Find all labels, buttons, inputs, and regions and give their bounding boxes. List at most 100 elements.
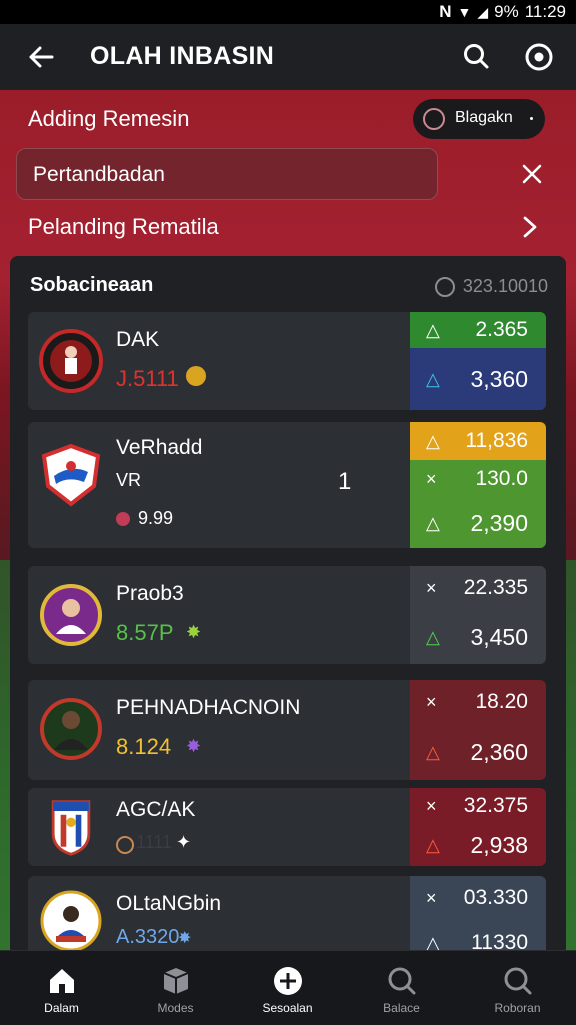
home-icon <box>50 969 74 993</box>
chevron-right-icon[interactable] <box>518 214 542 240</box>
odds-value: 18.20 <box>475 690 528 713</box>
triangle-icon: △ <box>426 741 440 762</box>
odds-cell[interactable]: △ 2,938 <box>410 824 546 866</box>
battery-level: 9% <box>494 2 519 21</box>
odds-cell[interactable]: △ 11,836 <box>410 422 546 460</box>
nav-label: Roboran <box>494 1001 541 1015</box>
star-icon: ✸ <box>186 736 202 756</box>
team-rating: 9.99 <box>138 508 174 528</box>
radio-circle-icon <box>423 108 445 130</box>
signal-icon: ◢ <box>477 3 489 20</box>
team-name: PEHNADHACNOIN <box>116 696 301 719</box>
odds-value: 2,360 <box>470 738 528 765</box>
team-name: AGC/AK <box>116 798 196 821</box>
coin-badge-icon <box>186 366 206 386</box>
search-icon <box>388 967 416 995</box>
wifi-icon: ▼ <box>457 4 472 20</box>
player-avatar-icon <box>40 584 102 646</box>
network-indicator: N <box>439 2 452 21</box>
target-icon[interactable] <box>524 42 554 72</box>
cross-icon: × <box>426 691 437 712</box>
close-icon[interactable] <box>518 160 546 188</box>
plus-circle-icon <box>274 967 302 995</box>
section-title: Adding Remesin <box>28 106 190 131</box>
odds-cell[interactable]: × 130.0 <box>410 460 546 498</box>
team-score: 1111 <box>136 832 173 852</box>
match-card[interactable]: PEHNADHACNOIN 8.124 ✸ × 18.20 △ 2,360 <box>28 680 546 780</box>
team-crest-icon <box>39 329 103 393</box>
filter-pill-button[interactable]: Blagakn <box>413 99 545 139</box>
odds-column: × 03.330 △ 11330 <box>410 876 546 956</box>
nav-item-home[interactable]: Dalam <box>4 951 119 1025</box>
team-score: 8.124 <box>116 734 172 759</box>
nav-item-balace[interactable]: Balace <box>344 951 459 1025</box>
triangle-icon: △ <box>426 834 440 855</box>
match-card[interactable]: DAK J.5111 △ 2.365 △ 3,360 <box>28 312 546 410</box>
team-name: DAK <box>116 328 160 351</box>
cross-icon: × <box>426 468 437 489</box>
odds-value: 2.365 <box>475 318 528 341</box>
app-bar: OLAH INBASIN <box>0 24 576 90</box>
team-name: Praob3 <box>116 582 184 605</box>
search-field[interactable] <box>16 148 438 200</box>
cross-icon: × <box>426 577 437 598</box>
odds-cell[interactable]: × 22.335 <box>410 566 546 610</box>
odds-value: 2,938 <box>470 831 528 858</box>
odds-column: △ 11,836 × 130.0 △ 2,390 <box>410 422 546 548</box>
search-input[interactable] <box>31 159 425 191</box>
star-icon: ✸ <box>178 930 192 947</box>
odds-column: × 22.335 △ 3,450 <box>410 566 546 664</box>
match-card[interactable]: OLtaNGbin A.3320 ✸ × 03.330 △ 11330 <box>28 876 546 956</box>
coin-icon <box>116 836 134 854</box>
triangle-icon: △ <box>426 512 440 533</box>
odds-cell[interactable]: × 18.20 <box>410 680 546 724</box>
match-card[interactable]: VeRhadd VR 1 9.99 △ 11,836 × 130.0 △ 2,3… <box>28 422 546 548</box>
odds-cell[interactable]: △ 2,360 <box>410 724 546 780</box>
cross-icon: × <box>426 887 437 908</box>
match-card[interactable]: Praob3 8.57P ✸ × 22.335 △ 3,450 <box>28 566 546 664</box>
triangle-icon: △ <box>426 626 440 647</box>
odds-value: 130.0 <box>475 467 528 490</box>
nav-label: Balace <box>383 1001 420 1015</box>
coin-icon <box>434 276 455 297</box>
team-name: OLtaNGbin <box>116 892 222 915</box>
odds-value: 11,836 <box>465 429 528 452</box>
cross-icon: × <box>426 795 437 816</box>
odds-value: 3,360 <box>470 365 528 392</box>
category-link[interactable]: Pelanding Rematila <box>28 214 219 240</box>
odds-value: 2,390 <box>470 509 528 536</box>
panel-meta: 323.10010 <box>434 276 548 297</box>
team-score: A.3320 <box>116 926 180 948</box>
pill-label: Blagakn <box>455 109 513 126</box>
star-icon: ✦ <box>176 832 192 852</box>
triangle-icon: △ <box>426 430 440 451</box>
team-abbr: VR <box>116 470 142 490</box>
nav-label: Modes <box>157 1001 194 1015</box>
search-icon <box>504 967 532 995</box>
odds-cell[interactable]: × 32.375 <box>410 788 546 824</box>
odds-cell[interactable]: △ 3,450 <box>410 610 546 664</box>
clock: 11:29 <box>524 2 566 21</box>
odds-value: 22.335 <box>463 576 528 599</box>
match-number: 1 <box>338 468 352 495</box>
nav-item-sesoalan[interactable]: Sesoalan <box>230 951 345 1025</box>
triangle-icon: △ <box>426 319 440 340</box>
nav-item-modes[interactable]: Modes <box>118 951 233 1025</box>
team-name: VeRhadd <box>116 436 203 459</box>
bottom-navigation: Dalam Modes Sesoalan Balace Roboran <box>0 950 576 1025</box>
star-icon: ✸ <box>186 622 202 642</box>
odds-value: 32.375 <box>463 794 528 817</box>
nav-label: Dalam <box>44 1001 79 1015</box>
team-shield-icon <box>51 800 91 856</box>
odds-cell[interactable]: △ 2,390 <box>410 498 546 548</box>
match-card[interactable]: AGC/AK 1111 ✦ × 32.375 △ 2,938 <box>28 788 546 866</box>
search-icon[interactable] <box>462 42 490 70</box>
back-arrow-icon[interactable] <box>26 42 56 72</box>
nav-item-roboran[interactable]: Roboran <box>460 951 575 1025</box>
odds-cell[interactable]: △ 2.365 <box>410 312 546 348</box>
panel-meta-value: 323.10010 <box>462 276 548 296</box>
odds-cell[interactable]: × 03.330 <box>410 876 546 920</box>
odds-cell[interactable]: △ 3,360 <box>410 348 546 410</box>
odds-value: 03.330 <box>463 886 528 909</box>
odds-column: × 18.20 △ 2,360 <box>410 680 546 780</box>
